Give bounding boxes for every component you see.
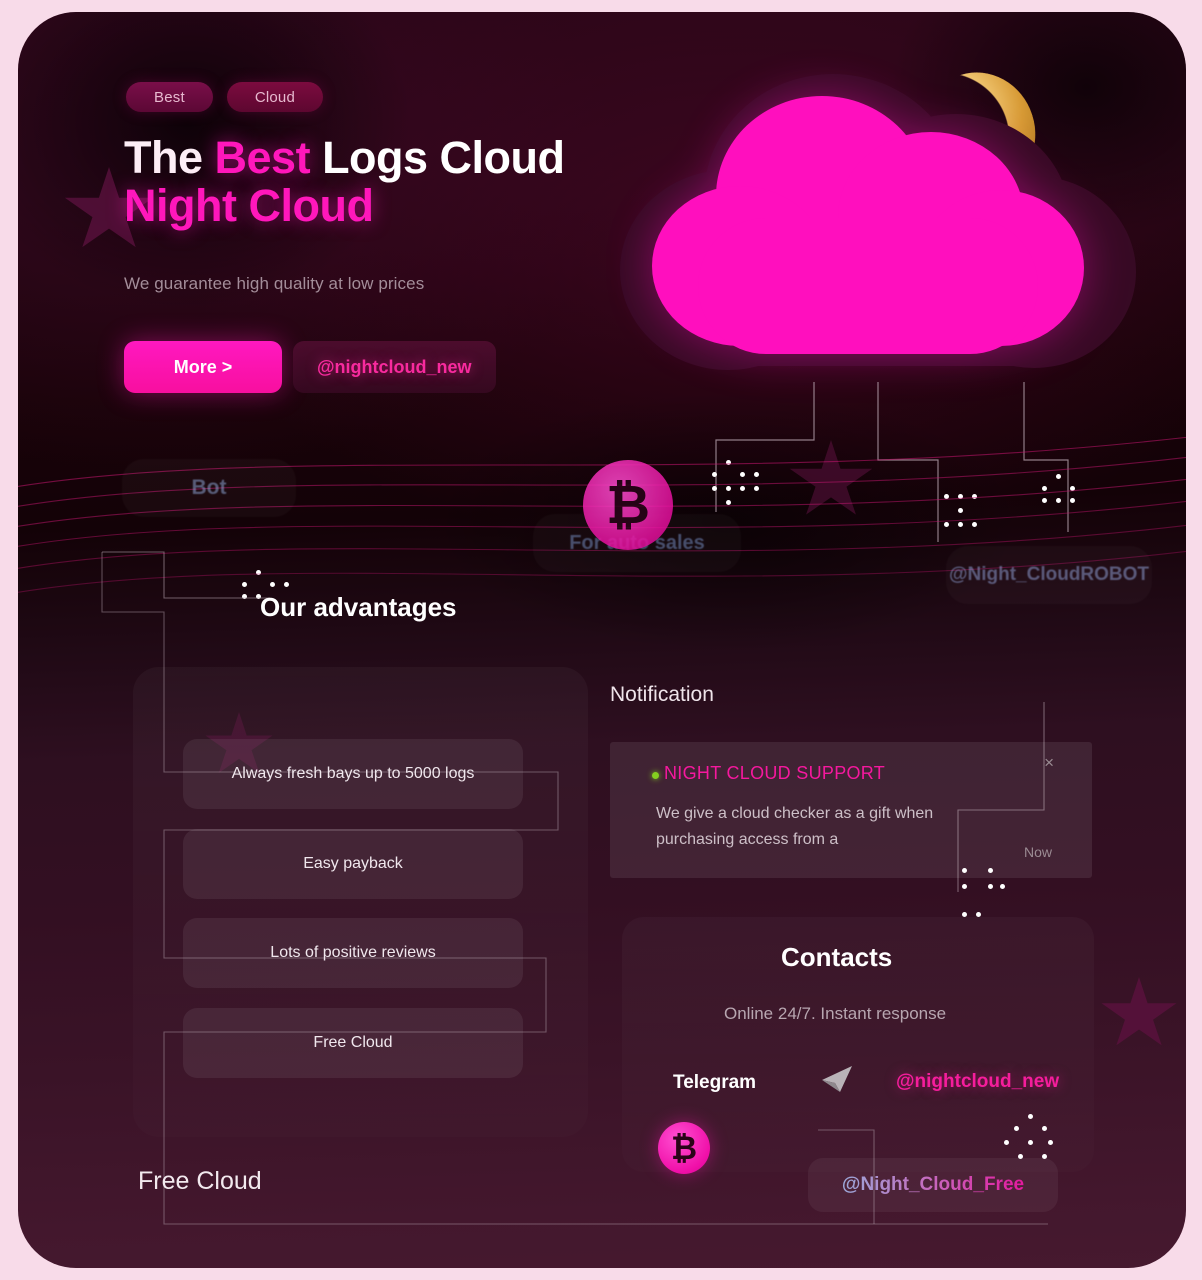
title-part-logs-cloud: Logs Cloud (310, 132, 565, 183)
advantage-card[interactable]: Easy payback (183, 829, 523, 899)
contact-row: Telegram @nightcloud_new (658, 1064, 1108, 1106)
hero-badges: Best Cloud (126, 82, 324, 112)
contact-handle-link[interactable]: @nightcloud_new (896, 1071, 1059, 1093)
cloud-body (638, 58, 1088, 368)
contacts-subtitle: Online 24/7. Instant response (724, 1004, 947, 1023)
landing-page-card: Best Cloud The Best Logs Cloud Night Clo… (18, 12, 1186, 1268)
notification-card[interactable]: NIGHT CLOUD SUPPORT We give a cloud chec… (610, 742, 1092, 878)
notification-section-title: Notification (610, 683, 714, 706)
paper-plane-icon (822, 1066, 852, 1092)
title-line-night-cloud: Night Cloud (124, 180, 374, 231)
notification-timestamp: Now (1023, 844, 1052, 860)
advantage-card[interactable]: Free Cloud (183, 1008, 523, 1078)
advantages-title: Our advantages (260, 592, 457, 622)
close-icon[interactable]: × (1044, 754, 1054, 771)
page-title: The Best Logs Cloud Night Cloud (124, 134, 565, 230)
badge-best[interactable]: Best (126, 82, 213, 112)
hero-actions: More > @nightcloud_new (124, 341, 496, 393)
star-icon (1101, 977, 1177, 1046)
telegram-handle-button[interactable]: @nightcloud_new (293, 341, 496, 393)
hero-subtitle: We guarantee high quality at low prices (124, 274, 425, 293)
title-part-the: The (124, 132, 215, 183)
contacts-title: Contacts (781, 942, 893, 972)
notification-sender: NIGHT CLOUD SUPPORT (664, 763, 886, 783)
advantage-card[interactable]: Lots of positive reviews (183, 918, 523, 988)
badge-cloud[interactable]: Cloud (226, 82, 324, 112)
more-button[interactable]: More > (124, 341, 282, 393)
cloud-illustration (620, 57, 1158, 418)
title-part-best: Best (214, 132, 311, 183)
ghost-pill-robot-handle: @Night_CloudROBOT (946, 546, 1152, 604)
footer-handle-pill[interactable]: @Night_Cloud_Free (808, 1158, 1058, 1212)
footer-label: Free Cloud (138, 1167, 262, 1195)
advantage-card[interactable]: Always fresh bays up to 5000 logs (183, 739, 523, 809)
bitcoin-icon: ₿ (658, 1122, 710, 1174)
contact-channel-label: Telegram (673, 1072, 757, 1093)
status-dot-icon (652, 772, 659, 779)
ghost-pill-bot: Bot (122, 459, 296, 517)
bitcoin-icon: ₿ (583, 460, 673, 550)
notification-body: We give a cloud checker as a gift when p… (656, 805, 934, 848)
footer-handle-text[interactable]: @Night_Cloud_Free (842, 1174, 1024, 1196)
